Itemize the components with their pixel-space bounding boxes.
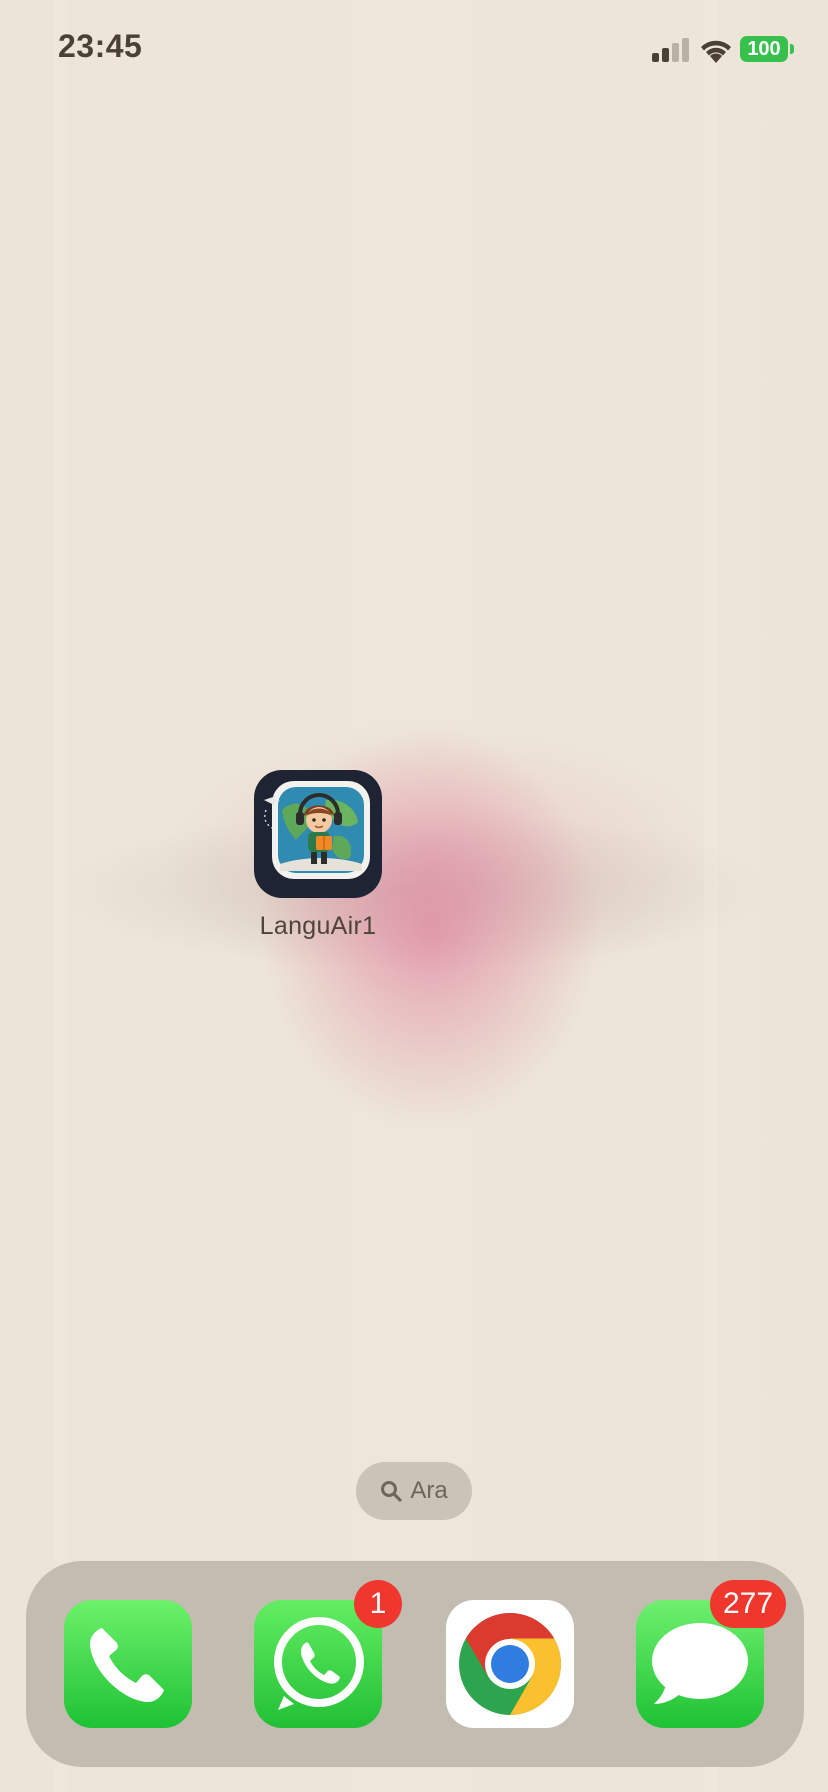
wifi-icon [701, 40, 731, 63]
signal-icon [652, 38, 689, 62]
status-bar: 23:45 100 [0, 0, 828, 100]
dock-app-chrome[interactable] [446, 1600, 574, 1728]
wallpaper [0, 0, 828, 1792]
search-icon [381, 1481, 402, 1502]
phone-icon [90, 1628, 164, 1702]
search-label: Ara [410, 1477, 448, 1504]
dock-app-phone[interactable] [64, 1600, 192, 1728]
messages-badge: 277 [710, 1580, 786, 1628]
languair-app-icon[interactable] [254, 770, 382, 898]
battery-level: 100 [747, 38, 781, 60]
chrome-icon [459, 1613, 562, 1715]
battery-tip [790, 44, 794, 54]
app-label-languair: LanguAir1 [259, 912, 377, 940]
whatsapp-badge: 1 [354, 1580, 402, 1628]
status-time: 23:45 [58, 28, 143, 64]
home-app-languair[interactable]: LanguAir1 [254, 770, 382, 940]
battery-icon: 100 [740, 36, 788, 62]
search-button[interactable]: Ara [356, 1462, 472, 1520]
